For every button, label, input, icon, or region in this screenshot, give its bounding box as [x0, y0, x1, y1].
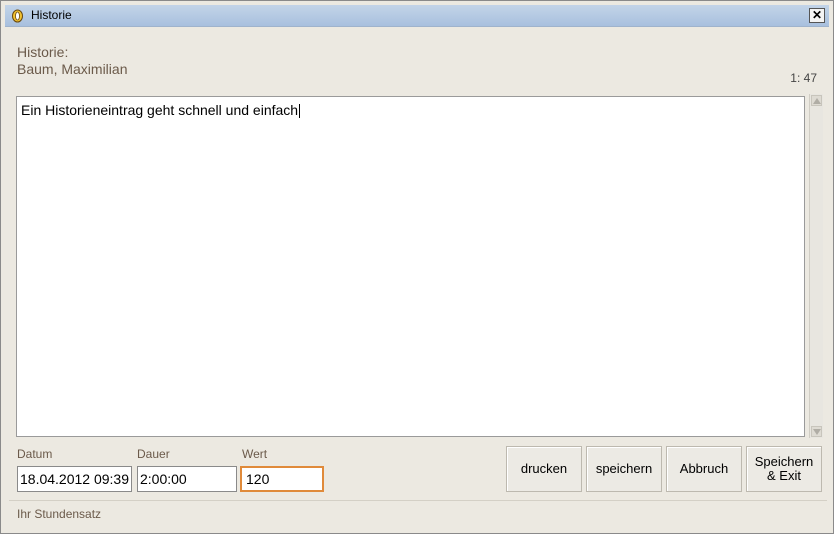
- save-exit-label-line2: & Exit: [767, 468, 801, 483]
- scroll-down-button[interactable]: [811, 426, 822, 437]
- cancel-button[interactable]: Abbruch: [666, 446, 742, 492]
- print-button[interactable]: drucken: [506, 446, 582, 492]
- editor-text: Ein Historieneintrag geht schnell und ei…: [21, 102, 299, 118]
- app-icon: [12, 9, 23, 23]
- cancel-button-label: Abbruch: [679, 461, 729, 476]
- wert-field[interactable]: [240, 466, 324, 492]
- scroll-up-button[interactable]: [811, 95, 822, 106]
- status-divider: [9, 500, 827, 501]
- editor-content: Ein Historieneintrag geht schnell und ei…: [21, 102, 301, 119]
- save-exit-button[interactable]: Speichern & Exit: [746, 446, 822, 492]
- dauer-label: Dauer: [137, 447, 170, 461]
- title-bar[interactable]: Historie ✕: [5, 5, 829, 27]
- customer-name: Baum, Maximilian: [17, 61, 128, 77]
- save-button-label: speichern: [595, 461, 653, 476]
- arrow-up-icon: [813, 98, 821, 104]
- dauer-field[interactable]: [137, 466, 237, 492]
- close-icon: ✕: [811, 8, 823, 22]
- close-button[interactable]: ✕: [809, 8, 825, 23]
- save-exit-label-line1: Speichern: [754, 454, 814, 469]
- window-title: Historie: [31, 8, 72, 22]
- datum-field[interactable]: [17, 466, 132, 492]
- status-text: Ihr Stundensatz: [17, 507, 102, 521]
- historie-window: Historie ✕ Historie: Baum, Maximilian 1:…: [0, 0, 834, 534]
- editor-scrollbar[interactable]: [809, 94, 823, 438]
- datum-label: Datum: [17, 447, 53, 461]
- history-text-editor[interactable]: Ein Historieneintrag geht schnell und ei…: [16, 96, 805, 437]
- history-label: Historie:: [17, 44, 69, 60]
- text-cursor: [299, 104, 301, 119]
- save-button[interactable]: speichern: [586, 446, 662, 492]
- entry-counter: 1: 47: [790, 71, 817, 85]
- print-button-label: drucken: [520, 461, 568, 476]
- arrow-down-icon: [813, 429, 821, 435]
- wert-label: Wert: [242, 447, 268, 461]
